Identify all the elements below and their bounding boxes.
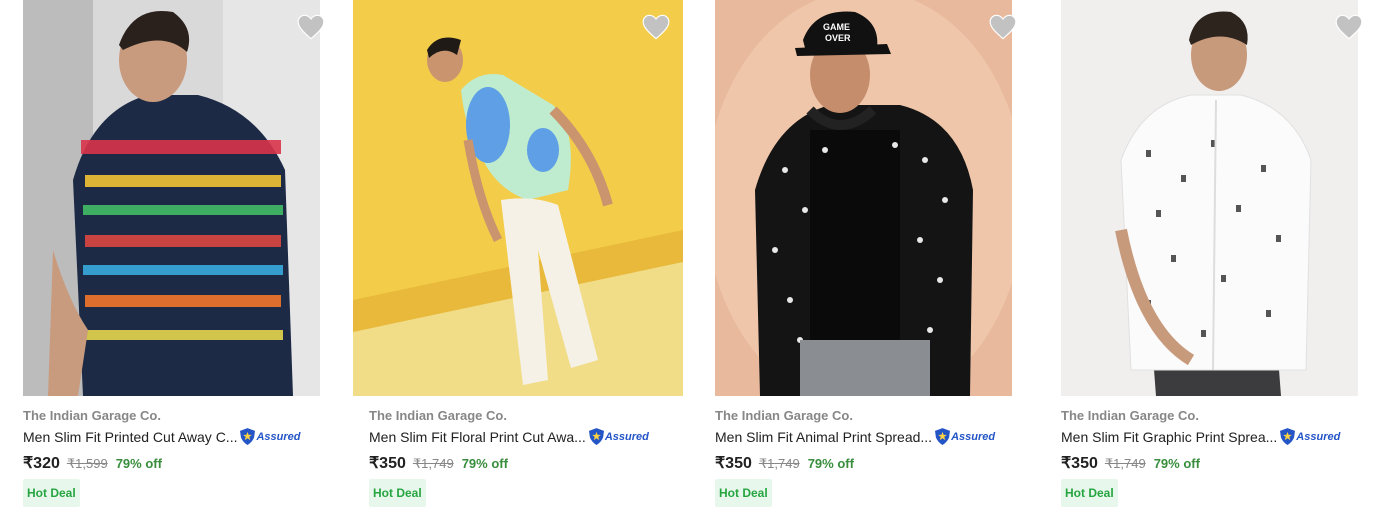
assured-shield-icon — [240, 428, 256, 445]
product-brand: The Indian Garage Co. — [1061, 408, 1199, 423]
hot-deal-badge: Hot Deal — [369, 479, 426, 507]
product-discount: 79% off — [115, 456, 162, 471]
product-mrp: ₹1,599 — [66, 456, 108, 471]
product-image[interactable] — [353, 0, 683, 396]
svg-text:OVER: OVER — [825, 33, 851, 43]
assured-label: Assured — [951, 430, 996, 443]
product-price: ₹320 — [23, 455, 60, 472]
hot-deal-badge: Hot Deal — [715, 479, 772, 507]
product-image[interactable]: GAME OVER — [715, 0, 1012, 396]
wishlist-heart-icon[interactable] — [642, 14, 670, 40]
product-brand: The Indian Garage Co. — [369, 408, 507, 423]
product-price: ₹350 — [369, 455, 406, 472]
product-image[interactable] — [1061, 0, 1358, 396]
product-discount: 79% off — [1153, 456, 1200, 471]
assured-shield-icon — [588, 428, 604, 445]
product-title[interactable]: Men Slim Fit Animal Print Spread... — [715, 429, 932, 445]
hot-deal-badge: Hot Deal — [1061, 479, 1118, 507]
product-card[interactable]: The Indian Garage Co. Men Slim Fit Print… — [23, 0, 353, 514]
product-title[interactable]: Men Slim Fit Graphic Print Sprea... — [1061, 429, 1277, 445]
product-title[interactable]: Men Slim Fit Floral Print Cut Awa... — [369, 429, 586, 445]
assured-label: Assured — [256, 430, 301, 443]
product-card[interactable]: GAME OVER The Indian Garage Co. Men Slim… — [715, 0, 1045, 514]
assured-label: Assured — [604, 430, 649, 443]
assured-badge: Assured — [588, 428, 649, 445]
wishlist-heart-icon[interactable] — [1335, 14, 1363, 40]
product-mrp: ₹1,749 — [412, 456, 454, 471]
product-image[interactable] — [23, 0, 320, 396]
product-card[interactable]: The Indian Garage Co. Men Slim Fit Graph… — [1061, 0, 1385, 514]
product-mrp: ₹1,749 — [758, 456, 800, 471]
product-brand: The Indian Garage Co. — [23, 408, 161, 423]
assured-label: Assured — [1296, 430, 1341, 443]
svg-text:GAME: GAME — [823, 22, 850, 32]
assured-badge: Assured — [1280, 428, 1340, 445]
assured-badge: Assured — [240, 428, 301, 445]
assured-badge: Assured — [935, 428, 995, 445]
wishlist-heart-icon[interactable] — [989, 14, 1017, 40]
hot-deal-badge: Hot Deal — [23, 479, 80, 507]
product-card[interactable]: The Indian Garage Co. Men Slim Fit Flora… — [353, 0, 699, 514]
wishlist-heart-icon[interactable] — [297, 14, 325, 40]
product-discount: 79% off — [807, 456, 854, 471]
product-title[interactable]: Men Slim Fit Printed Cut Away C... — [23, 429, 237, 445]
product-brand: The Indian Garage Co. — [715, 408, 853, 423]
product-price: ₹350 — [1061, 455, 1098, 472]
product-mrp: ₹1,749 — [1104, 456, 1146, 471]
product-price: ₹350 — [715, 455, 752, 472]
assured-shield-icon — [935, 428, 951, 445]
product-discount: 79% off — [461, 456, 508, 471]
assured-shield-icon — [1280, 428, 1296, 445]
